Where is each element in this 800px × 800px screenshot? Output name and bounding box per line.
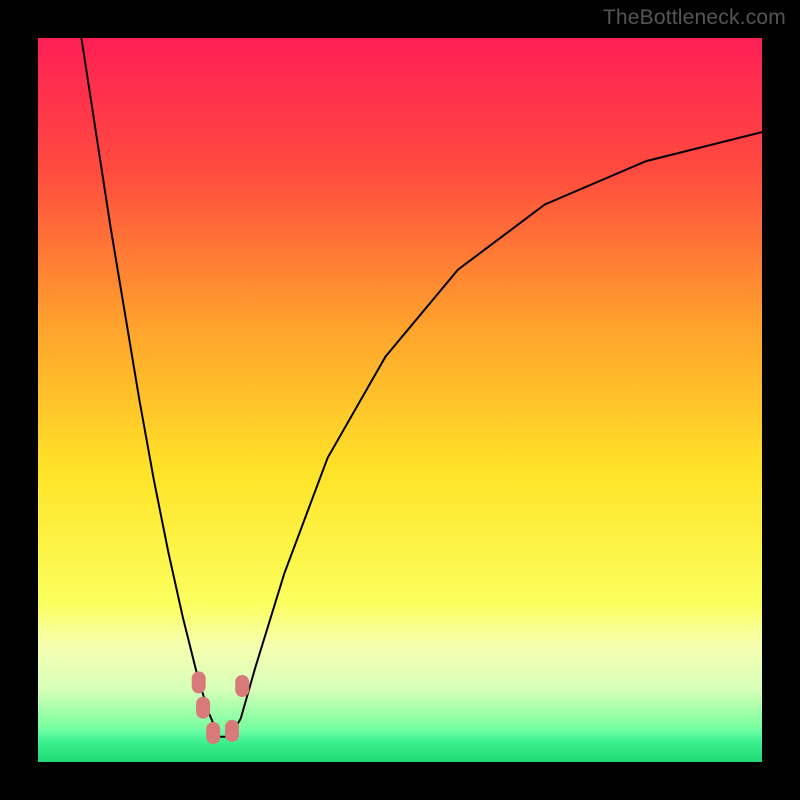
plot-area [38,38,762,762]
marker-group [192,671,250,744]
marker-ascent-near-min [235,675,249,697]
marker-descent-near-min-upper [192,671,206,693]
watermark-text: TheBottleneck.com [603,6,786,30]
marker-descent-near-min-lower [196,697,210,719]
chart-frame: TheBottleneck.com [0,0,800,800]
bottleneck-curve [81,38,762,737]
marker-valley-floor-left [206,722,220,744]
marker-valley-floor-right [225,720,239,742]
chart-overlay [38,38,762,762]
